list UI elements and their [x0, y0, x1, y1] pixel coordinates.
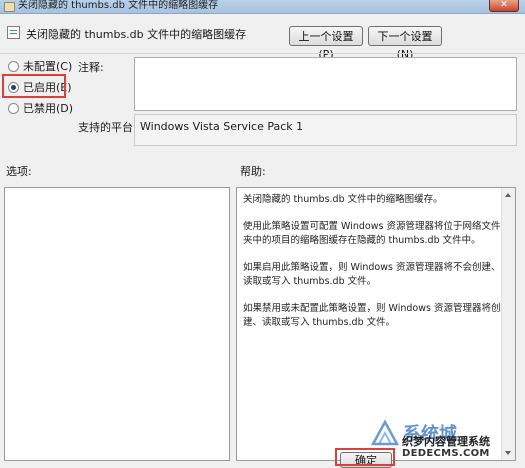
help-paragraph: 如果禁用或未配置此策略设置，则 Windows 资源管理器将创建、读取或写入 t…: [243, 303, 501, 328]
header-row: 关闭隐藏的 thumbs.db 文件中的缩略图缓存 上一个设置(P) 下一个设置…: [0, 14, 525, 61]
title-bar: 关闭隐藏的 thumbs.db 文件中的缩略图缓存 ✕: [0, 0, 525, 14]
help-paragraph: 关闭隐藏的 thumbs.db 文件中的缩略图缓存。: [243, 194, 443, 205]
options-pane[interactable]: [4, 187, 230, 461]
radio-disabled[interactable]: 已禁用(D): [8, 100, 73, 116]
scroll-up-arrow-icon[interactable]: [505, 193, 511, 197]
radio-disabled-label: 已禁用(D): [23, 102, 74, 115]
radio-disabled-indicator[interactable]: [8, 102, 19, 114]
watermark-subtitle: 织梦内容管理系统: [402, 435, 490, 448]
comment-label: 注释:: [78, 61, 104, 74]
platform-value: Windows Vista Service Pack 1: [134, 114, 517, 146]
help-paragraph: 如果启用此策略设置，则 Windows 资源管理器将不会创建、读取或写入 thu…: [243, 262, 501, 287]
policy-name: 关闭隐藏的 thumbs.db 文件中的缩略图缓存: [26, 28, 247, 41]
previous-setting-button[interactable]: 上一个设置(P): [289, 26, 363, 61]
options-label: 选项:: [6, 165, 32, 178]
watermark-url: DEDECMS.COM: [402, 448, 490, 459]
site-logo-icon: [370, 419, 400, 446]
platform-label: 支持的平台:: [78, 121, 137, 134]
next-setting-button[interactable]: 下一个设置(N): [368, 26, 442, 61]
enabled-highlight-box: [2, 74, 66, 98]
policy-window-icon: [4, 2, 15, 12]
comment-textbox[interactable]: [134, 57, 517, 111]
radio-not-configured-indicator[interactable]: [8, 60, 19, 72]
policy-setting-icon: [7, 26, 20, 39]
header-divider: [0, 53, 525, 54]
help-paragraph: 使用此策略设置可配置 Windows 资源管理器将位于网络文件夹中的项目的缩略图…: [243, 221, 501, 246]
help-label: 帮助:: [240, 165, 266, 178]
watermark: 系统城 织梦内容管理系统 DEDECMS.COM: [370, 418, 525, 466]
close-button[interactable]: ✕: [489, 0, 519, 12]
window-title: 关闭隐藏的 thumbs.db 文件中的缩略图缓存: [18, 0, 219, 11]
radio-not-configured[interactable]: 未配置(C): [8, 58, 72, 74]
radio-not-configured-label: 未配置(C): [23, 60, 73, 73]
help-text: 关闭隐藏的 thumbs.db 文件中的缩略图缓存。 使用此策略设置可配置 Wi…: [243, 193, 505, 343]
